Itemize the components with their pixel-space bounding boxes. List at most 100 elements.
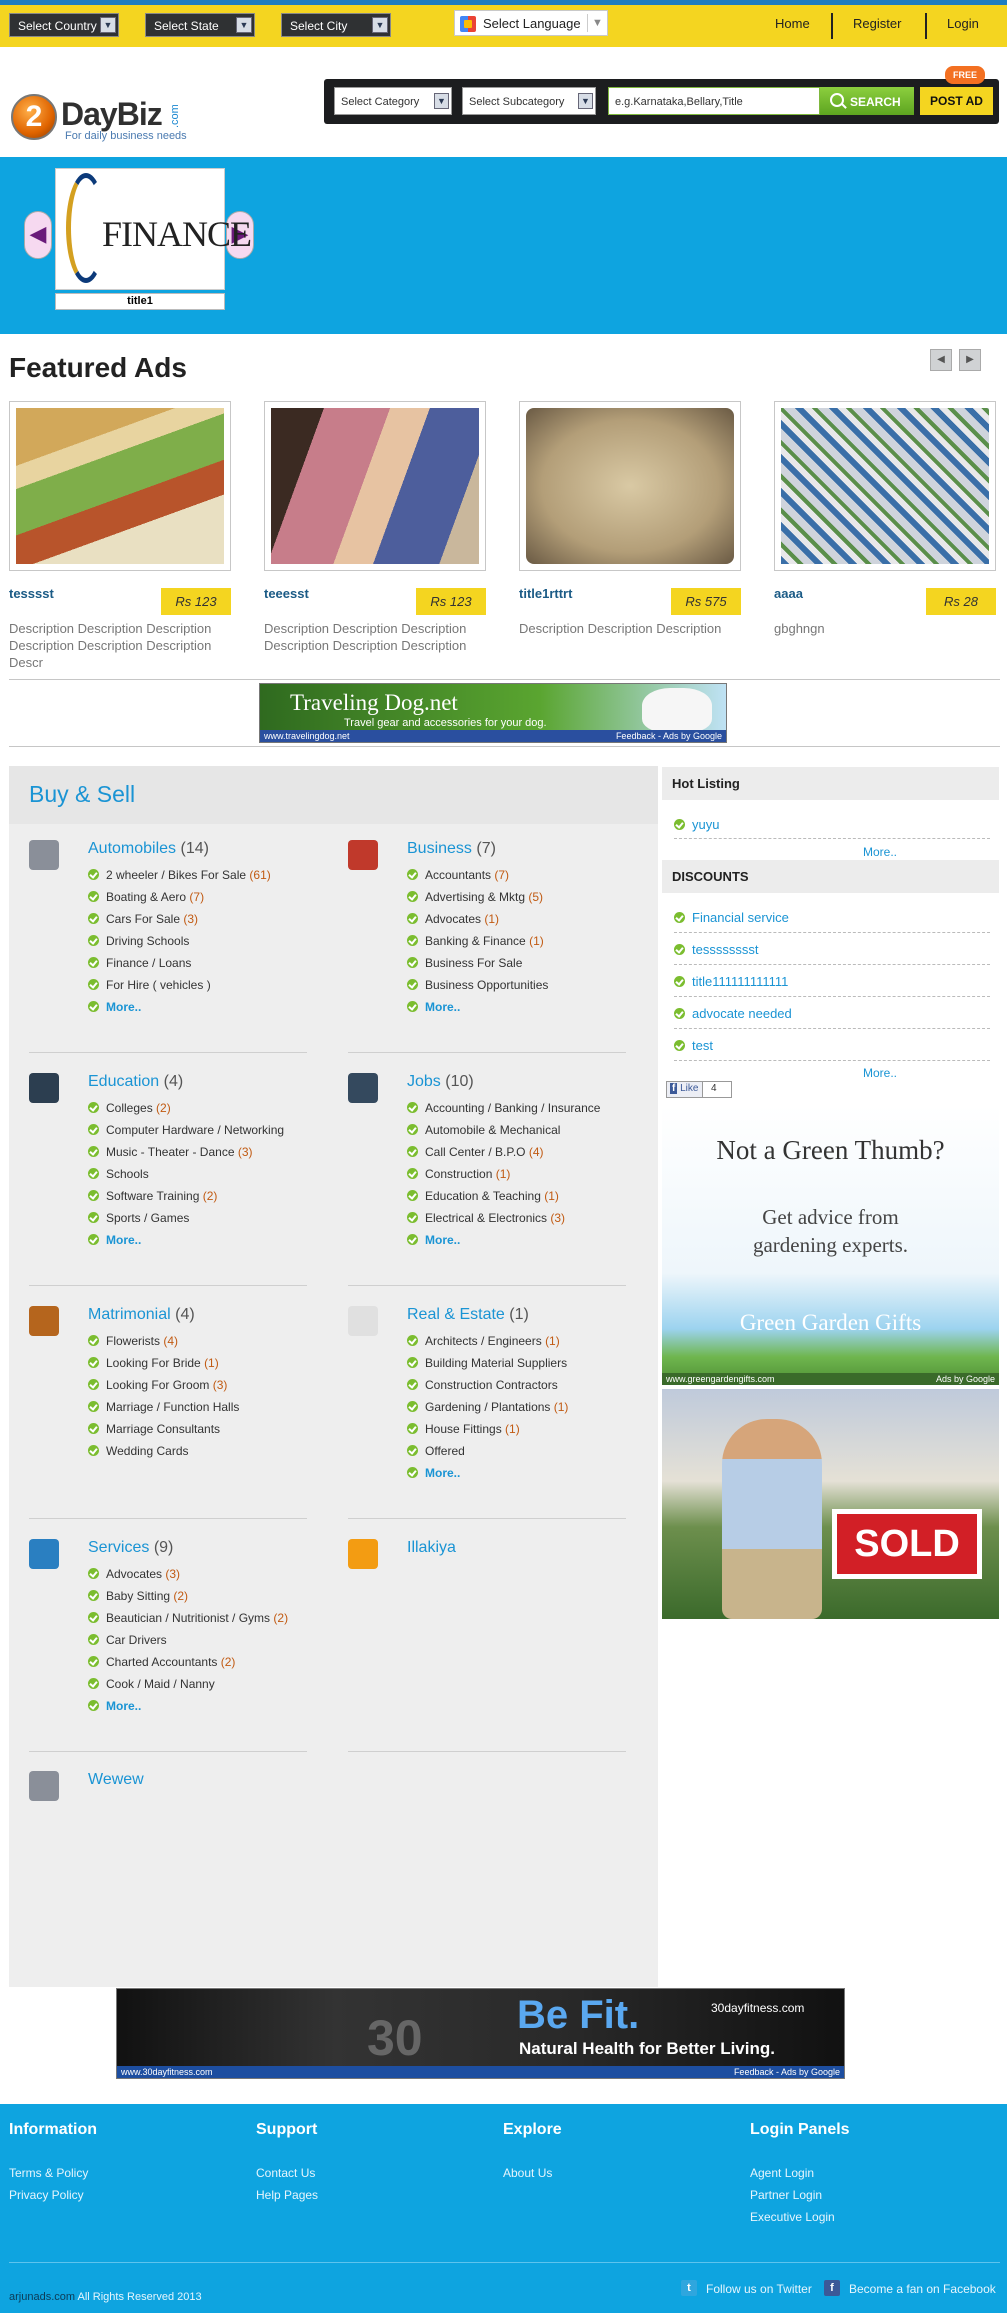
subcategory-item[interactable]: Gardening / Plantations (1): [407, 1400, 568, 1414]
featured-image[interactable]: [519, 401, 741, 571]
ad-feedback[interactable]: Ads by Google: [936, 1374, 995, 1384]
featured-card[interactable]: teeesst Rs 123 Description Description D…: [264, 401, 490, 653]
category-heading[interactable]: Education (4): [88, 1073, 183, 1091]
sold-real-estate-ad[interactable]: SOLD: [662, 1389, 999, 1619]
discounts-more-link[interactable]: More..: [863, 1066, 897, 1080]
subcategory-item[interactable]: Education & Teaching (1): [407, 1189, 559, 1203]
subcategory-item[interactable]: Schools: [88, 1167, 149, 1181]
subcategory-item[interactable]: Accounting / Banking / Insurance: [407, 1101, 600, 1115]
fitness-ad-banner[interactable]: 30 Be Fit. 30dayfitness.com Natural Heal…: [116, 1988, 845, 2079]
subcategory-item[interactable]: Boating & Aero (7): [88, 890, 204, 904]
slide-image[interactable]: FINANCE: [55, 168, 252, 290]
footer-link[interactable]: Agent Login: [750, 2166, 814, 2180]
category-heading[interactable]: Services (9): [88, 1539, 173, 1557]
category-more-link[interactable]: More..: [88, 1000, 141, 1014]
login-link[interactable]: Login: [947, 16, 979, 31]
subcategory-item[interactable]: Architects / Engineers (1): [407, 1334, 560, 1348]
register-link[interactable]: Register: [853, 16, 901, 31]
subcategory-item[interactable]: Advocates (1): [407, 912, 499, 926]
country-select[interactable]: Select Country ▼: [9, 13, 119, 37]
footer-link[interactable]: Privacy Policy: [9, 2188, 84, 2202]
subcategory-item[interactable]: Music - Theater - Dance (3): [88, 1145, 253, 1159]
category-heading[interactable]: Business (7): [407, 840, 496, 858]
subcategory-item[interactable]: Looking For Groom (3): [88, 1378, 227, 1392]
slide-caption[interactable]: title1: [55, 293, 225, 310]
dog-ad-url[interactable]: www.travelingdog.net: [264, 731, 350, 741]
subcategory-item[interactable]: Banking & Finance (1): [407, 934, 544, 948]
category-more-link[interactable]: More..: [88, 1233, 141, 1247]
subcategory-item[interactable]: Electrical & Electronics (3): [407, 1211, 565, 1225]
category-more-link[interactable]: More..: [407, 1466, 460, 1480]
subcategory-item[interactable]: Construction Contractors: [407, 1378, 558, 1392]
subcategory-item[interactable]: Baby Sitting (2): [88, 1589, 188, 1603]
subcategory-item[interactable]: Accountants (7): [407, 868, 509, 882]
subcategory-item[interactable]: Car Drivers: [88, 1633, 167, 1647]
facebook-link[interactable]: Become a fan on Facebook: [849, 2282, 996, 2296]
subcategory-item[interactable]: Cook / Maid / Nanny: [88, 1677, 215, 1691]
featured-image[interactable]: [264, 401, 486, 571]
hot-more-link[interactable]: More..: [863, 845, 897, 859]
post-ad-button[interactable]: POST AD: [920, 87, 993, 115]
footer-link[interactable]: Help Pages: [256, 2188, 318, 2202]
featured-prev-button[interactable]: ◀: [930, 349, 952, 371]
discount-item[interactable]: title111111111111: [674, 974, 788, 989]
subcategory-item[interactable]: Computer Hardware / Networking: [88, 1123, 284, 1137]
category-name[interactable]: Real & Estate: [407, 1306, 505, 1323]
featured-card[interactable]: tesssst Rs 123 Description Description D…: [9, 401, 235, 670]
language-select[interactable]: Select Language ▼: [454, 10, 608, 36]
footer-link[interactable]: About Us: [503, 2166, 552, 2180]
search-button[interactable]: SEARCH: [820, 87, 914, 115]
category-name[interactable]: Illakiya: [407, 1539, 456, 1556]
green-garden-ad[interactable]: Not a Green Thumb? Get advice from garden…: [662, 1105, 999, 1385]
subcategory-item[interactable]: House Fittings (1): [407, 1422, 520, 1436]
subcategory-item[interactable]: Advocates (3): [88, 1567, 180, 1581]
footer-link[interactable]: Terms & Policy: [9, 2166, 88, 2180]
category-select[interactable]: Select Category ▼: [334, 87, 452, 115]
subcategory-item[interactable]: Construction (1): [407, 1167, 510, 1181]
dog-ad-banner[interactable]: Traveling Dog.net Travel gear and access…: [259, 683, 727, 743]
featured-card[interactable]: aaaa Rs 28 gbghngn: [774, 401, 1000, 636]
footer-link[interactable]: Executive Login: [750, 2210, 835, 2224]
category-heading[interactable]: Jobs (10): [407, 1073, 474, 1091]
footer-link[interactable]: Partner Login: [750, 2188, 822, 2202]
category-heading[interactable]: Automobiles (14): [88, 840, 209, 858]
site-logo[interactable]: 2 DayBiz .com For daily business needs: [11, 90, 191, 150]
subcategory-item[interactable]: Flowerists (4): [88, 1334, 178, 1348]
discount-item[interactable]: test: [674, 1038, 713, 1053]
category-heading[interactable]: Real & Estate (1): [407, 1306, 529, 1324]
subcategory-item[interactable]: Finance / Loans: [88, 956, 191, 970]
search-input[interactable]: e.g.Karnataka,Bellary,Title: [608, 87, 820, 115]
copyright-site[interactable]: arjunads.com: [9, 2291, 75, 2303]
discount-item[interactable]: tesssssssst: [674, 942, 758, 957]
featured-name[interactable]: tesssst: [9, 586, 54, 601]
category-more-link[interactable]: More..: [407, 1233, 460, 1247]
category-name[interactable]: Wewew: [88, 1771, 144, 1788]
subcategory-item[interactable]: Business For Sale: [407, 956, 522, 970]
category-heading[interactable]: Illakiya: [407, 1539, 456, 1557]
subcategory-item[interactable]: Advertising & Mktg (5): [407, 890, 543, 904]
subcategory-item[interactable]: Offered: [407, 1444, 465, 1458]
ad-feedback[interactable]: Feedback - Ads by Google: [734, 2067, 840, 2077]
category-name[interactable]: Jobs: [407, 1073, 441, 1090]
category-name[interactable]: Automobiles: [88, 840, 176, 857]
category-name[interactable]: Services: [88, 1539, 149, 1556]
green-ad-url[interactable]: www.greengardengifts.com: [666, 1374, 775, 1384]
slider-prev-button[interactable]: ◀: [24, 211, 52, 259]
category-more-link[interactable]: More..: [407, 1000, 460, 1014]
subcategory-item[interactable]: Call Center / B.P.O (4): [407, 1145, 544, 1159]
featured-name[interactable]: teeesst: [264, 586, 309, 601]
twitter-link[interactable]: Follow us on Twitter: [706, 2282, 812, 2296]
featured-image[interactable]: [774, 401, 996, 571]
facebook-like-button[interactable]: f Like 4: [666, 1081, 732, 1098]
subcategory-item[interactable]: Colleges (2): [88, 1101, 171, 1115]
subcategory-item[interactable]: Wedding Cards: [88, 1444, 189, 1458]
subcategory-item[interactable]: 2 wheeler / Bikes For Sale (61): [88, 868, 271, 882]
subcategory-item[interactable]: Looking For Bride (1): [88, 1356, 219, 1370]
twitter-icon[interactable]: t: [681, 2280, 697, 2296]
category-name[interactable]: Matrimonial: [88, 1306, 171, 1323]
discount-item[interactable]: Financial service: [674, 910, 789, 925]
subcategory-item[interactable]: Sports / Games: [88, 1211, 189, 1225]
footer-link[interactable]: Contact Us: [256, 2166, 315, 2180]
subcategory-item[interactable]: Cars For Sale (3): [88, 912, 198, 926]
category-heading[interactable]: Wewew: [88, 1771, 144, 1789]
